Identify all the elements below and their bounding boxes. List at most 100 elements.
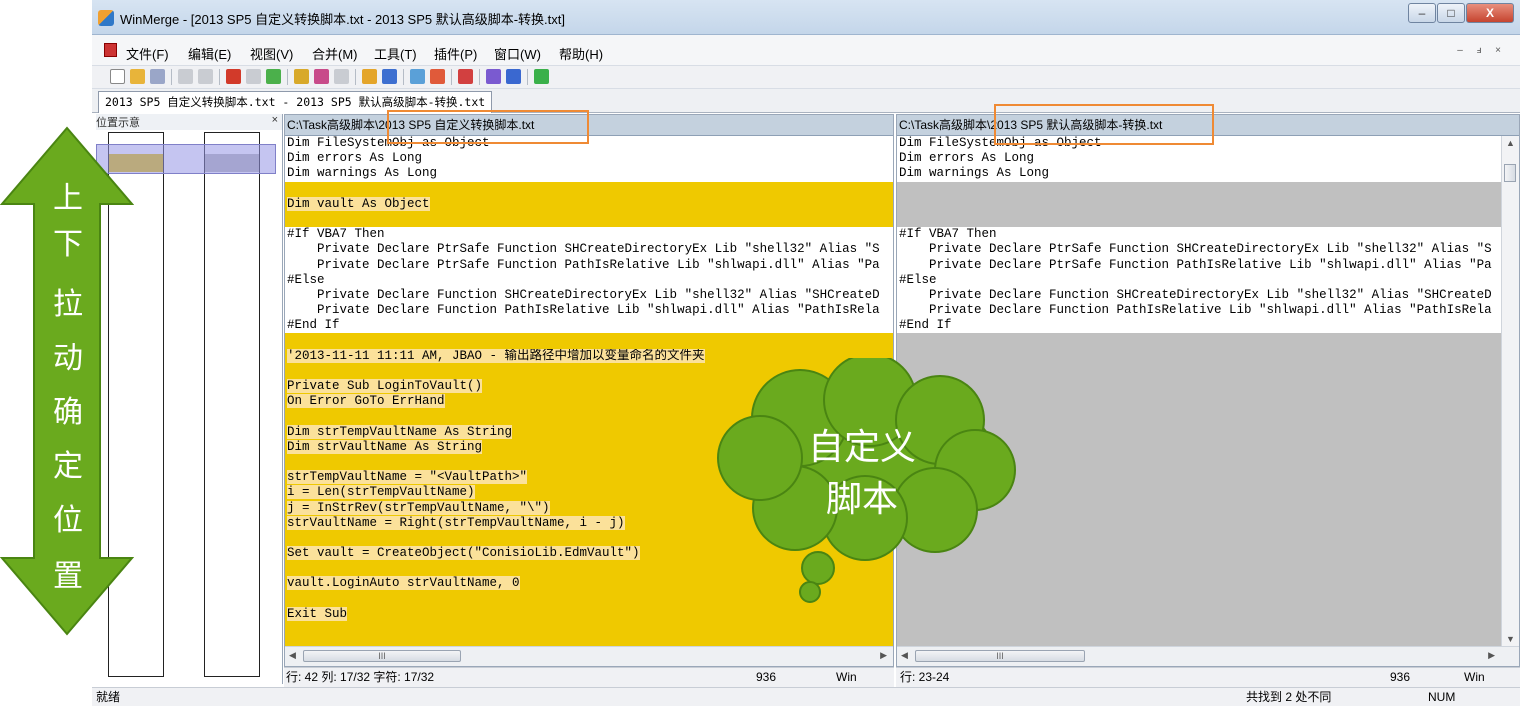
code-line: Exit Sub [285,606,893,622]
copy-right-icon[interactable] [362,69,377,84]
menu-tools[interactable]: 工具(T) [374,44,417,63]
cloud-text-line-2: 脚本 [825,479,898,520]
options-icon[interactable] [506,69,521,84]
right-vertical-scrollbar[interactable]: ▲ ▼ [1501,136,1519,646]
left-pane-status: 行: 42 列: 17/32 字符: 17/32 936 Win [284,667,894,687]
right-scroll-thumb[interactable]: III [915,650,1085,662]
toolbar [92,66,1520,89]
right-horizontal-scrollbar[interactable]: ◀ III ▶ [897,646,1519,666]
first-diff-icon[interactable] [266,69,281,84]
code-line-text: strTempVaultName = "<VaultPath>" [287,470,528,485]
arrow-label-char: 置 [53,559,83,594]
toolbar-separator [219,69,220,85]
code-line [285,181,893,197]
code-line-text: Dim vault As Object [287,196,430,211]
diff-options-icon[interactable] [334,69,349,84]
code-line-text: Dim strVaultName As String [287,439,483,454]
code-line-text: Exit Sub [287,606,348,621]
menu-plugins[interactable]: 插件(P) [434,44,477,63]
scroll-up-arrow-icon[interactable]: ▲ [1506,138,1515,148]
current-diff-icon[interactable] [294,69,309,84]
copy-right-advance-icon[interactable] [410,69,425,84]
toolbar-separator [451,69,452,85]
refresh-icon[interactable] [534,69,549,84]
copy-left-advance-icon[interactable] [430,69,445,84]
code-line-text: Set vault = CreateObject("ConisioLib.Edm… [287,546,640,561]
left-file-path: C:\Task高级脚本\2013 SP5 自定义转换脚本.txt [285,115,893,136]
maximize-button[interactable]: □ [1437,3,1465,23]
winmerge-app-icon [98,10,114,26]
prev-diff-icon[interactable] [246,69,261,84]
right-codepage: 936 [1390,670,1411,684]
status-ready: 就绪 [96,690,121,704]
code-line: #If VBA7 Then [287,227,385,242]
code-line-text: strVaultName = Right(strTempVaultName, i… [287,515,625,530]
left-eol-style: Win [836,670,857,684]
code-line-text: '2013-11-11 11:11 AM, JBAO - 输出路径中增加以变量命… [287,348,705,363]
new-file-icon[interactable] [110,69,125,84]
code-line [897,211,1501,228]
close-button[interactable]: X [1466,3,1514,23]
right-vscroll-thumb[interactable] [1504,164,1516,182]
location-pane-close-icon[interactable]: × [272,114,278,126]
arrow-label-char: 下 [53,227,83,262]
left-horizontal-scrollbar[interactable]: ◀ III ▶ [285,646,893,666]
arrow-label-char: 位 [53,503,83,538]
code-line: Dim warnings As Long [899,166,1050,181]
redo-icon[interactable] [198,69,213,84]
location-bar-right[interactable] [204,132,260,677]
arrow-label-char: 上 [53,181,83,216]
all-left-icon[interactable] [486,69,501,84]
code-line: Dim FileSystemObj as Object [287,136,490,150]
scroll-down-arrow-icon[interactable]: ▼ [1506,634,1515,644]
menu-file[interactable]: 文件(F) [126,44,169,63]
toolbar-separator [171,69,172,85]
document-icon[interactable] [104,43,117,57]
open-folder-icon[interactable] [130,69,145,84]
code-line: #Else [899,272,937,287]
right-cursor-position: 行: 23-24 [900,670,950,684]
minimize-button[interactable]: – [1408,3,1436,23]
mdi-minimize-button[interactable]: – [1452,44,1468,58]
menu-merge[interactable]: 合并(M) [312,44,358,63]
last-diff-icon[interactable] [314,69,329,84]
mdi-restore-button[interactable]: ⅎ [1471,44,1487,58]
cloud-callout: 自定义 脚本 [700,353,1030,608]
right-eol-style: Win [1464,670,1485,684]
scroll-right-arrow-icon[interactable]: ▶ [1488,650,1495,661]
menu-view[interactable]: 视图(V) [250,44,293,63]
title-bar: WinMerge - [2013 SP5 自定义转换脚本.txt - 2013 … [92,0,1520,35]
arrow-label-char: 动 [53,341,83,376]
menu-help[interactable]: 帮助(H) [559,44,603,63]
undo-icon[interactable] [178,69,193,84]
code-line-text: vault.LoginAuto strVaultName, 0 [287,576,520,591]
status-diff-count: 共找到 2 处不同 [1246,690,1332,704]
code-line: Private Declare PtrSafe Function PathIsR… [899,257,1492,272]
toolbar-separator [287,69,288,85]
code-line [897,196,1501,212]
save-icon[interactable] [150,69,165,84]
toolbar-separator [479,69,480,85]
scroll-left-arrow-icon[interactable]: ◀ [289,650,296,661]
cloud-text-line-1: 自定义 [807,427,916,468]
copy-left-icon[interactable] [382,69,397,84]
status-num-lock: NUM [1428,690,1456,704]
left-codepage: 936 [756,670,777,684]
next-diff-down-icon[interactable] [226,69,241,84]
code-line: Private Declare Function PathIsRelative … [287,303,880,318]
toolbar-separator [527,69,528,85]
toolbar-separator [403,69,404,85]
scroll-right-arrow-icon[interactable]: ▶ [880,650,887,661]
toolbar-separator [355,69,356,85]
menu-window[interactable]: 窗口(W) [494,44,541,63]
status-bar: 就绪 共找到 2 处不同 NUM [92,687,1520,706]
mdi-close-button[interactable]: × [1490,44,1506,58]
code-line: #If VBA7 Then [899,227,997,242]
menu-edit[interactable]: 编辑(E) [188,44,231,63]
code-line: Private Declare PtrSafe Function PathIsR… [287,257,880,272]
all-right-icon[interactable] [458,69,473,84]
left-scroll-thumb[interactable]: III [303,650,461,662]
scroll-left-arrow-icon[interactable]: ◀ [901,650,908,661]
code-line: Private Declare PtrSafe Function SHCreat… [899,242,1492,257]
